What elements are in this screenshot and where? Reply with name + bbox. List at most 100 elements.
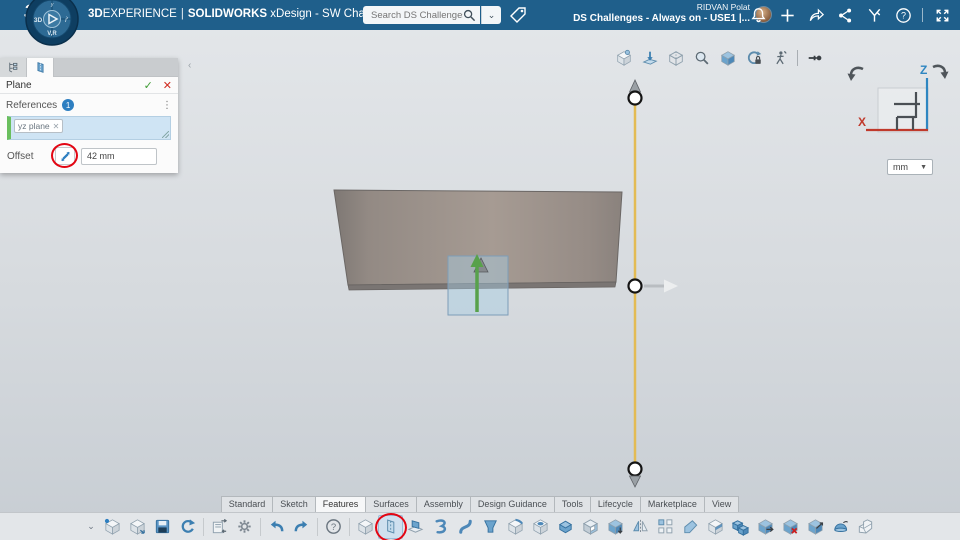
save-button[interactable] <box>150 515 175 539</box>
extrude-button[interactable] <box>403 515 428 539</box>
undo-button[interactable] <box>264 515 289 539</box>
network-icon[interactable] <box>835 5 855 25</box>
drag-arrow-head[interactable] <box>664 279 678 293</box>
compass-north-label[interactable]: ʸ <box>50 3 54 10</box>
units-dropdown[interactable]: mm ▼ <box>887 159 933 175</box>
open-button[interactable] <box>125 515 150 539</box>
view-orientation-icon[interactable] <box>612 47 636 68</box>
fillet-button[interactable] <box>503 515 528 539</box>
panel-collapse-icon[interactable]: ‹ <box>188 60 191 71</box>
ribbon-tab-design-guidance[interactable]: Design Guidance <box>470 496 555 512</box>
cancel-button[interactable]: ✕ <box>163 79 172 92</box>
intersect-button[interactable] <box>753 515 778 539</box>
references-selection-box[interactable]: yz plane ✕ <box>7 116 171 140</box>
ribbon-tab-lifecycle[interactable]: Lifecycle <box>590 496 641 512</box>
corner-button[interactable] <box>853 515 878 539</box>
ribbon-tab-surfaces[interactable]: Surfaces <box>366 496 417 512</box>
brand-solidworks: SOLIDWORKS <box>187 8 268 20</box>
panel-tabs <box>0 58 178 77</box>
split-button[interactable] <box>803 515 828 539</box>
display-style-icon[interactable] <box>664 47 688 68</box>
search-box[interactable] <box>363 6 480 24</box>
ribbon-tab-view[interactable]: View <box>704 496 740 512</box>
session-context[interactable]: DS Challenges - Always on - USE1 |... <box>573 13 750 26</box>
plane-feature-tab[interactable] <box>27 58 54 77</box>
zoom-icon[interactable] <box>690 47 714 68</box>
search-icon[interactable] <box>463 9 476 22</box>
notifications-icon[interactable] <box>748 5 768 25</box>
rotate-lock-icon[interactable] <box>742 47 766 68</box>
shaded-view-icon[interactable] <box>716 47 740 68</box>
3dexperience-compass[interactable]: ʸ 3D i′ V,R <box>24 0 80 52</box>
compass-south-label[interactable]: V,R <box>47 31 57 37</box>
top-bar: 3S 3DEXPERIENCE|SOLIDWORKS xDesign - SW … <box>0 0 960 30</box>
ribbon-tab-features[interactable]: Features <box>315 496 367 512</box>
panel-title: Plane <box>6 79 32 91</box>
axis-handle-top[interactable] <box>627 90 643 106</box>
more-options-icon[interactable]: ⋮ <box>162 100 172 111</box>
help-icon[interactable]: ? <box>893 5 913 25</box>
replace-face-button[interactable] <box>703 515 728 539</box>
search-input[interactable] <box>371 9 463 21</box>
new-part-button[interactable] <box>100 515 125 539</box>
features-toolbar <box>353 512 878 540</box>
dome-button[interactable] <box>828 515 853 539</box>
properties-button[interactable] <box>207 515 232 539</box>
ribbon-tab-marketplace[interactable]: Marketplace <box>640 496 705 512</box>
settings-button[interactable] <box>232 515 257 539</box>
rotate-right-icon[interactable] <box>928 62 950 87</box>
redo-button[interactable] <box>289 515 314 539</box>
delete-face-button[interactable] <box>778 515 803 539</box>
primitive-box-button[interactable] <box>353 515 378 539</box>
z-axis-label[interactable]: Z <box>920 63 927 77</box>
toolbar-divider <box>349 517 350 536</box>
help-button[interactable]: ? <box>321 515 346 539</box>
rib-button[interactable] <box>678 515 703 539</box>
pin-icon[interactable] <box>803 47 827 68</box>
combine-button[interactable] <box>728 515 753 539</box>
tag-icon[interactable] <box>508 5 528 25</box>
confirm-button[interactable]: ✓ <box>144 79 153 92</box>
sweep-button[interactable] <box>453 515 478 539</box>
walkthrough-icon[interactable] <box>768 47 792 68</box>
toolbar-divider <box>203 517 204 536</box>
add-icon[interactable] <box>777 5 797 25</box>
property-panel: Plane ✓ ✕ References 1 ⋮ yz plane ✕ Offs… <box>0 58 178 173</box>
view-toolbar-divider <box>797 49 798 66</box>
axis-handle-bottom[interactable] <box>627 461 643 477</box>
remove-reference-icon[interactable]: ✕ <box>53 122 60 131</box>
rotate-left-icon[interactable] <box>846 64 868 89</box>
offset-value-input[interactable] <box>81 147 157 165</box>
ribbon-tab-sketch[interactable]: Sketch <box>273 496 316 512</box>
normal-to-icon[interactable] <box>638 47 662 68</box>
hole-button[interactable] <box>528 515 553 539</box>
offset-row: Offset <box>0 143 178 173</box>
reference-chip[interactable]: yz plane ✕ <box>14 119 64 133</box>
mirror-button[interactable] <box>628 515 653 539</box>
axis-handle-middle[interactable] <box>627 278 643 294</box>
resize-handle[interactable] <box>162 131 169 138</box>
shell-button[interactable] <box>578 515 603 539</box>
search-options-dropdown[interactable]: ⌄ <box>481 6 501 24</box>
ribbon-tab-tools[interactable]: Tools <box>554 496 591 512</box>
design-tree-tab[interactable] <box>0 58 27 77</box>
pattern-button[interactable] <box>653 515 678 539</box>
ribbon-tab-assembly[interactable]: Assembly <box>416 496 471 512</box>
ribbon-tab-standard[interactable]: Standard <box>220 496 274 512</box>
sync-button[interactable] <box>175 515 200 539</box>
share-icon[interactable] <box>806 5 826 25</box>
plane-button[interactable] <box>375 512 407 540</box>
app-title: 3DEXPERIENCE | SOLIDWORKS xDesign - SW Cha… <box>88 8 409 20</box>
chamfer-button[interactable] <box>553 515 578 539</box>
toolbar-collapse-icon[interactable]: ⌄ <box>84 515 98 539</box>
flip-direction-button[interactable] <box>55 147 75 165</box>
revolve-button[interactable] <box>428 515 453 539</box>
view-toolbar <box>612 47 827 68</box>
x-axis-label[interactable]: X <box>858 115 866 129</box>
quick-toolbar: ? <box>100 515 346 539</box>
assistant-icon[interactable] <box>864 5 884 25</box>
loft-button[interactable] <box>478 515 503 539</box>
fullscreen-icon[interactable] <box>932 5 952 25</box>
move-face-button[interactable] <box>603 515 628 539</box>
compass-west-label[interactable]: 3D <box>34 17 43 24</box>
